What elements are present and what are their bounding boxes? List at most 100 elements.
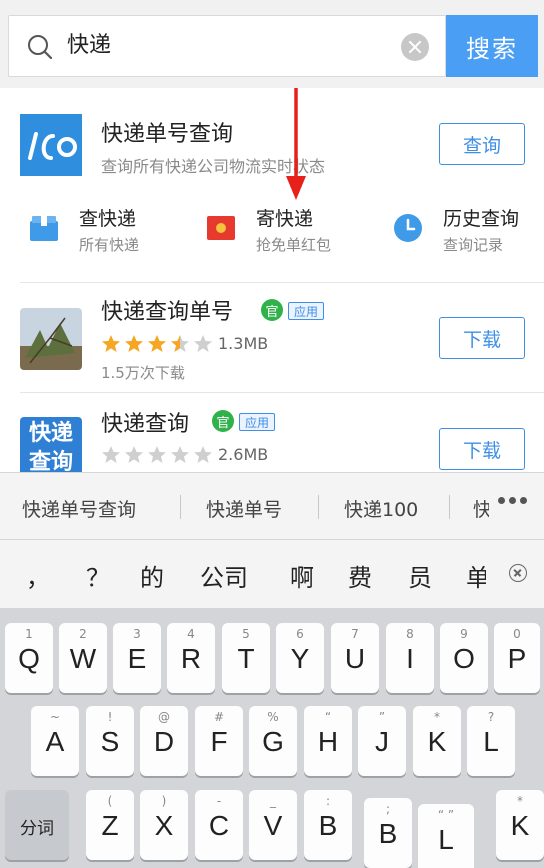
key-h[interactable]: “H (304, 706, 352, 776)
quick-link-history[interactable]: 历史查询 查询记录 (392, 200, 542, 256)
key-l[interactable]: ? L (467, 706, 515, 776)
key-x[interactable]: ) X (140, 790, 188, 860)
candidate-item[interactable]: 员 (408, 558, 432, 593)
app-icon-photo[interactable] (20, 308, 82, 370)
key-letter: B (318, 810, 338, 841)
candidate-item[interactable]: ， (26, 558, 50, 593)
key-u[interactable]: 7U (331, 623, 379, 693)
key-z[interactable]: (Z (86, 790, 134, 860)
red-packet-icon (207, 216, 235, 240)
key-letter: J (375, 726, 389, 757)
key-letter: Z (101, 810, 119, 841)
candidate-item[interactable]: 啊 (290, 558, 314, 593)
key-hint: 4 (187, 627, 195, 641)
quick-link-send-express[interactable]: 寄快递 抢免单红包 (205, 200, 365, 256)
card-title[interactable]: 快递单号查询 (101, 116, 233, 148)
key-letter: R (180, 643, 202, 674)
key-hint: 8 (406, 627, 414, 641)
key-hint: 5 (242, 627, 250, 641)
key-letter: V (263, 810, 283, 841)
search-icon (28, 35, 53, 60)
key-letter: D (153, 726, 175, 757)
quick-link-subtitle: 抢免单红包 (256, 236, 332, 254)
key-o[interactable]: 9O (440, 623, 488, 693)
suggestion-item[interactable]: 快递100 (344, 495, 418, 522)
clear-icon[interactable] (401, 33, 429, 61)
key-hint: % (267, 710, 279, 724)
suggestion-item[interactable]: 快递单号查询 (22, 495, 136, 522)
key-hint: “ ” (437, 808, 455, 822)
key-g[interactable]: % G (249, 706, 297, 776)
quick-link-title: 历史查询 (443, 208, 520, 230)
key-c[interactable]: -C (195, 790, 243, 860)
suggestion-item[interactable]: 快 (473, 495, 489, 522)
search-button[interactable]: 搜索 (446, 15, 538, 77)
key-q[interactable]: 1Q (5, 623, 53, 693)
candidate-item[interactable]: ？ (86, 558, 110, 593)
key-letter: S (100, 726, 120, 757)
key-w[interactable]: 2W (59, 623, 107, 693)
key-l-overlay[interactable]: “ ” L (418, 804, 474, 868)
key-letter: P (507, 643, 527, 674)
download-button[interactable]: 下载 (439, 317, 525, 359)
quick-link-check-express[interactable]: 查快递 所有快递 (28, 200, 188, 256)
key-a[interactable]: ~ A (31, 706, 79, 776)
app-type-badge: 应用 (288, 302, 325, 320)
key-letter: U (344, 643, 366, 674)
star-empty-icon (148, 446, 166, 463)
app-title[interactable]: 快递查询 (101, 406, 189, 438)
key-letter: L (438, 824, 454, 855)
key-i[interactable]: 8I (386, 623, 434, 693)
key-hint: 0 (513, 627, 521, 641)
candidate-item[interactable]: 的 (140, 558, 164, 593)
key-letter: O (453, 643, 475, 674)
key-hint: 9 (460, 627, 468, 641)
annotation-arrow-icon (286, 88, 306, 200)
candidate-item[interactable]: 公司 (200, 558, 248, 593)
key-segment[interactable]: 分词 (5, 790, 69, 860)
key-hint: ” (378, 710, 386, 724)
key-b-overlay[interactable]: ; B (364, 798, 412, 868)
app-icon-express[interactable]: 快递查询 (20, 417, 82, 472)
key-f[interactable]: # F (195, 706, 243, 776)
key-v[interactable]: _ V (249, 790, 297, 860)
key-hint: : (325, 794, 331, 808)
key-hint: 7 (351, 627, 359, 641)
star-full-icon (148, 335, 166, 352)
key-letter: F (210, 726, 228, 757)
key-k-overlay[interactable]: * K (496, 790, 544, 860)
search-input[interactable]: 快递 (8, 15, 446, 77)
query-button[interactable]: 查询 (439, 123, 525, 165)
key-hint: ) (161, 794, 167, 808)
app-downloads: 1.5万次下载 (101, 364, 185, 382)
key-t[interactable]: 5T (222, 623, 270, 693)
download-button[interactable]: 下载 (439, 428, 525, 470)
key-letter: A (45, 726, 65, 757)
app-title[interactable]: 快递查询单号 (101, 294, 233, 326)
kuaidi100-logo[interactable] (20, 114, 82, 176)
tree-photo-icon (20, 308, 82, 370)
key-letter: Q (18, 643, 40, 674)
key-e[interactable]: 3E (113, 623, 161, 693)
key-j[interactable]: ” J (358, 706, 406, 776)
key-letter: G (262, 726, 284, 757)
key-p[interactable]: 0P (494, 623, 540, 693)
candidate-item[interactable]: 单 (466, 558, 486, 593)
key-s[interactable]: ! S (86, 706, 134, 776)
suggestion-item[interactable]: 快递单号 (206, 495, 282, 522)
key-r[interactable]: 4R (167, 623, 215, 693)
star-empty-icon (125, 446, 143, 463)
key-hint: 2 (79, 627, 87, 641)
app-icon-text: 快递查询 (28, 421, 73, 472)
close-candidates-icon[interactable] (509, 564, 527, 582)
key-b[interactable]: :B (304, 790, 352, 860)
key-y[interactable]: 6Y (276, 623, 324, 693)
key-letter: E (127, 643, 147, 674)
key-k[interactable]: * K (413, 706, 461, 776)
candidate-item[interactable]: 费 (348, 558, 372, 593)
key-letter: K (427, 726, 447, 757)
key-hint: “ (324, 710, 332, 724)
key-d[interactable]: @ D (140, 706, 188, 776)
more-icon[interactable] (498, 497, 527, 504)
star-empty-icon (171, 446, 189, 463)
